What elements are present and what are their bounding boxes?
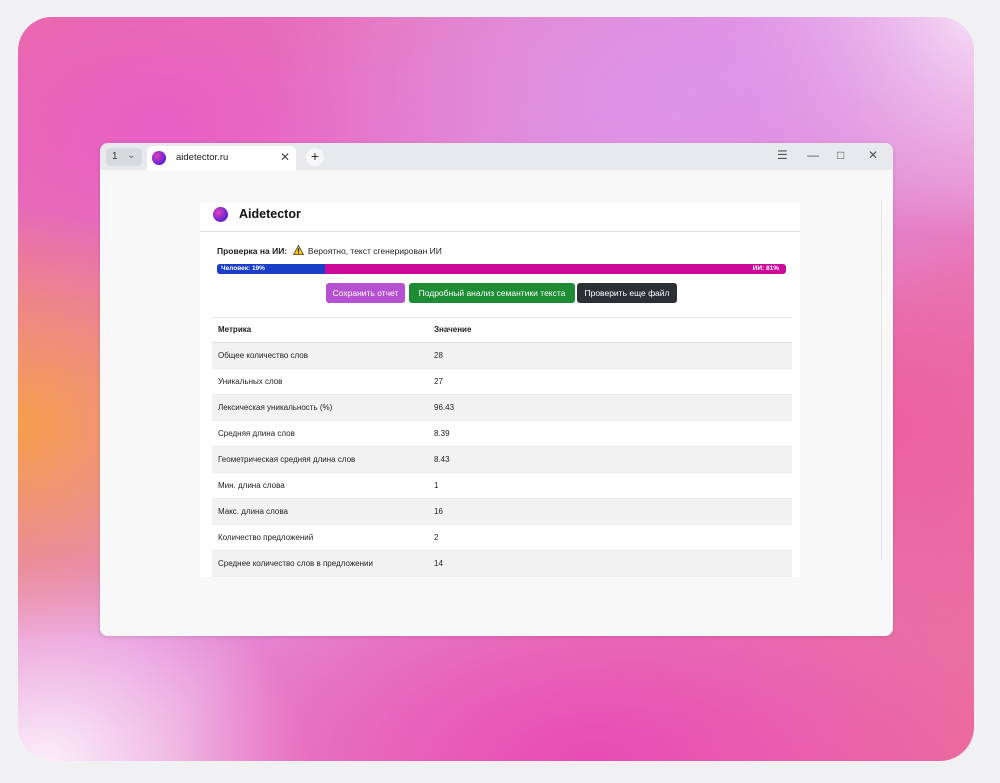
page-content: Aidetector Проверка на ИИ: Вероятно, тек… (200, 203, 800, 577)
table-row: Лексическая уникальность (%) 96.43 (212, 394, 792, 421)
tab-counter[interactable]: 1 ⌄ (106, 148, 142, 166)
metric-value: 96.43 (428, 394, 792, 421)
metric-value: 27 (428, 368, 792, 395)
site-brand[interactable]: Aidetector (239, 207, 301, 221)
metric-name: Общее количество слов (212, 342, 428, 369)
scrollbar[interactable] (881, 200, 886, 560)
page-viewport: Aidetector Проверка на ИИ: Вероятно, тек… (100, 170, 893, 636)
metric-name: Уникальных слов (212, 368, 428, 395)
human-share-label: Человек: 19% (221, 265, 265, 272)
column-header-value: Значение (428, 317, 792, 343)
table-row: Средняя длина слов 8.39 (212, 420, 792, 447)
tab-close-icon[interactable]: ✕ (280, 150, 290, 164)
semantic-analysis-button[interactable]: Подробный анализ семантики текста (409, 283, 575, 303)
ai-share-label: ИИ: 81% (752, 265, 779, 272)
ai-check-verdict: Вероятно, текст сгенерирован ИИ (307, 246, 442, 256)
chevron-down-icon: ⌄ (127, 150, 136, 161)
table-row: Геометрическая средняя длина слов 8.43 (212, 446, 792, 473)
maximize-icon[interactable]: □ (837, 148, 844, 162)
table-row: Количество предложений 2 (212, 524, 792, 551)
table-row: Макс. длина слова 16 (212, 498, 792, 525)
human-share-segment: Человек: 19% (217, 264, 326, 274)
site-navbar: Aidetector (200, 203, 800, 232)
favicon-icon (152, 151, 166, 165)
browser-titlebar: 1 ⌄ aidetector.ru ✕ + ☰ — □ ✕ (100, 143, 893, 170)
browser-window: 1 ⌄ aidetector.ru ✕ + ☰ — □ ✕ Aidetector… (100, 143, 893, 636)
ai-check-label: Проверка на ИИ: (217, 246, 288, 256)
metric-name: Средняя длина слов (212, 420, 428, 447)
logo-icon[interactable] (213, 207, 228, 222)
metrics-table: Метрика Значение Общее количество слов 2… (212, 317, 792, 577)
metric-name: Макс. длина слова (212, 498, 428, 525)
ai-probability-bar: Человек: 19% ИИ: 81% (217, 264, 786, 274)
metric-value: 8.39 (428, 420, 792, 447)
table-header-row: Метрика Значение (212, 317, 792, 343)
column-header-metric: Метрика (212, 317, 428, 343)
table-row: Среднее количество слов в предложении 14 (212, 550, 792, 577)
table-row: Уникальных слов 27 (212, 368, 792, 395)
save-report-button[interactable]: Сохранить отчет (326, 283, 405, 303)
metric-value: 8.43 (428, 446, 792, 473)
metric-value: 28 (428, 342, 792, 369)
metric-value: 16 (428, 498, 792, 525)
metric-value: 1 (428, 472, 792, 499)
tab-count-number: 1 (112, 151, 118, 162)
metric-name: Среднее количество слов в предложении (212, 550, 428, 577)
minimize-icon[interactable]: — (807, 148, 819, 162)
metric-value: 14 (428, 550, 792, 577)
metric-name: Геометрическая средняя длина слов (212, 446, 428, 473)
table-row: Общее количество слов 28 (212, 342, 792, 369)
metric-name: Лексическая уникальность (%) (212, 394, 428, 421)
menu-icon[interactable]: ☰ (777, 148, 788, 162)
new-tab-button[interactable]: + (306, 148, 324, 166)
warning-icon (292, 245, 304, 255)
ai-check-result: Проверка на ИИ: Вероятно, текст сгенерир… (217, 244, 442, 256)
table-row: Мин. длина слова 1 (212, 472, 792, 499)
metric-name: Мин. длина слова (212, 472, 428, 499)
tab-title: aidetector.ru (176, 152, 229, 163)
close-window-icon[interactable]: ✕ (868, 148, 878, 162)
check-another-file-button[interactable]: Проверить еще файл (577, 283, 677, 303)
metric-value: 2 (428, 524, 792, 551)
browser-tab[interactable]: aidetector.ru ✕ (147, 146, 296, 170)
metric-name: Количество предложений (212, 524, 428, 551)
